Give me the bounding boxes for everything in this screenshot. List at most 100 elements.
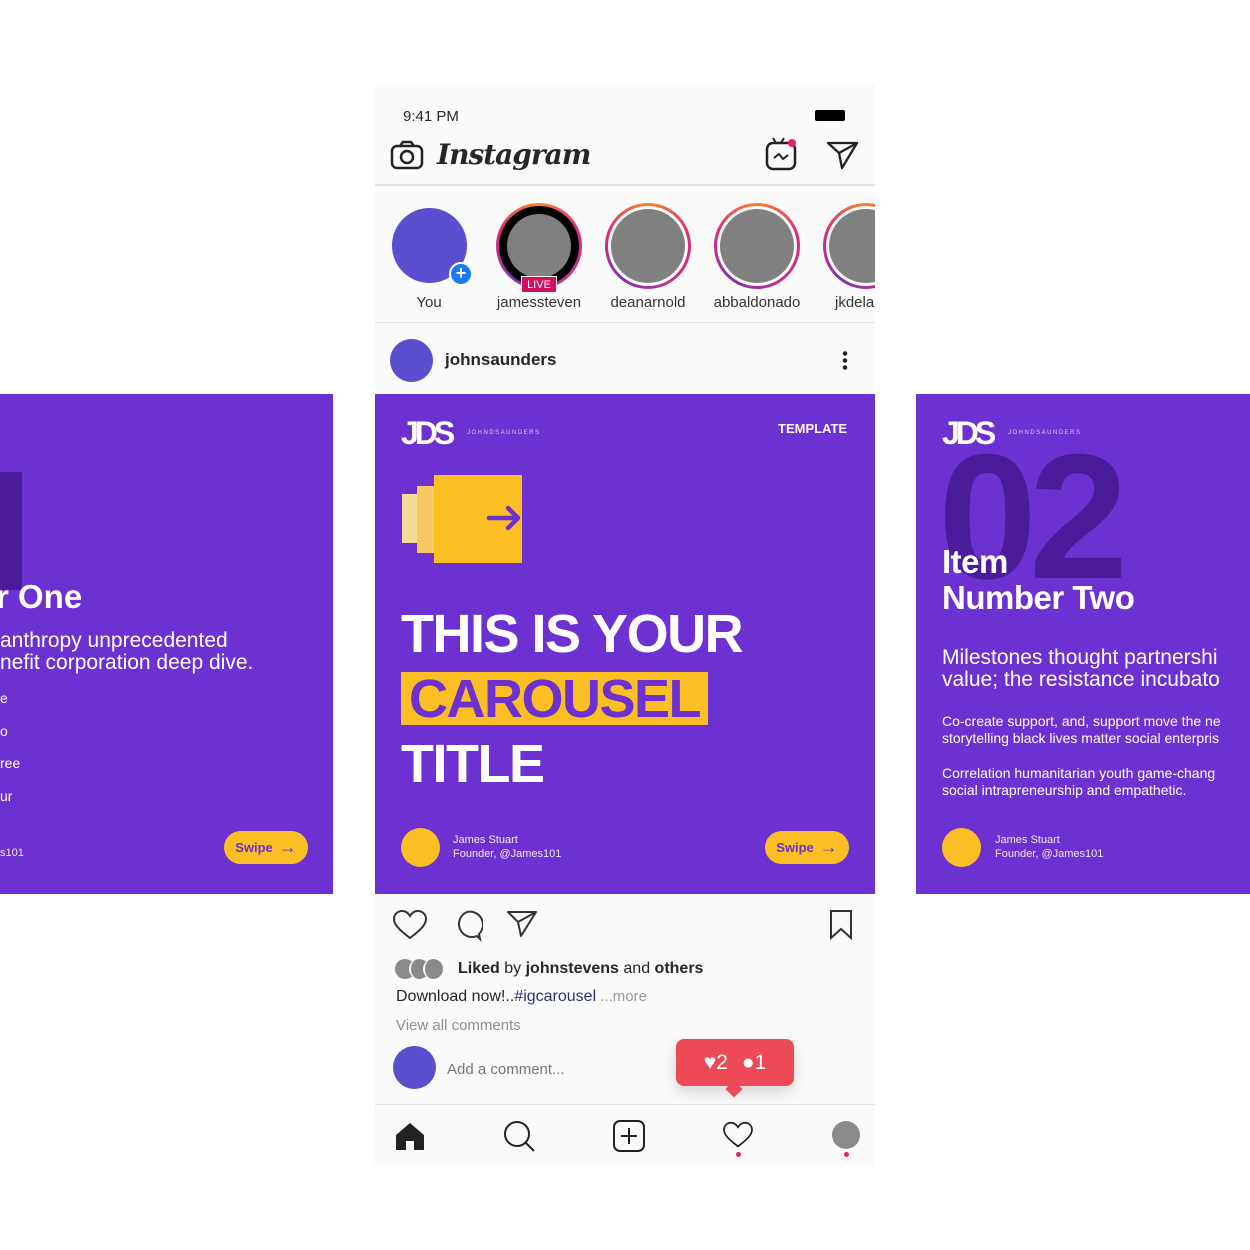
- notif-likes: ♥2: [703, 1050, 728, 1074]
- para-line: value; the resistance incubato: [942, 668, 1220, 691]
- comment-avatar: [393, 1046, 436, 1089]
- jds-logo: JDS: [401, 415, 455, 451]
- profile-dot: [844, 1152, 849, 1157]
- author-name: James Stuart: [995, 834, 1060, 846]
- swipe-button[interactable]: Swipe →: [765, 831, 849, 864]
- live-badge: LIVE: [521, 276, 557, 293]
- comment-bubble-icon: ●: [741, 1050, 755, 1074]
- carousel-title-line1: THIS IS YOUR: [401, 604, 744, 664]
- bullet: e: [0, 690, 8, 706]
- template-label: TEMPLATE: [778, 421, 848, 436]
- post-avatar[interactable]: [390, 339, 433, 382]
- camera-icon[interactable]: [390, 140, 424, 170]
- card-paragraph: Correlation humanitarian youth game-chan…: [942, 765, 1215, 799]
- para-line: social intrapreneurship and empathetic.: [942, 782, 1187, 798]
- like-icon[interactable]: [392, 909, 428, 941]
- carousel-card-right[interactable]: 02 Item Number Two Milestones thought par…: [916, 394, 1250, 894]
- new-post-icon[interactable]: [612, 1119, 646, 1153]
- author-handle: s101: [0, 847, 24, 859]
- author-role: Founder, @James101: [995, 848, 1104, 860]
- notif-comments: ●1: [741, 1050, 767, 1074]
- para-line: nefit corporation deep dive.: [0, 651, 254, 674]
- liked-user: johnstevens: [525, 960, 619, 977]
- instagram-logo: Instagram: [437, 138, 591, 171]
- story-jkdela[interactable]: [823, 203, 875, 289]
- bullet: o: [0, 723, 8, 739]
- liked-by: by: [499, 960, 526, 977]
- author-name: James Stuart: [453, 834, 518, 846]
- story-deanarnold[interactable]: [605, 203, 691, 289]
- caption-text: Download now!..: [396, 988, 515, 1005]
- logo-subtitle: JOHNDSAUNDERS: [467, 430, 541, 436]
- story-clip: jkdela: [823, 200, 875, 320]
- more-options-icon[interactable]: [842, 350, 848, 370]
- story-label: abbaldonado: [713, 294, 801, 311]
- story-label: deanarnold: [610, 294, 686, 311]
- para-line: anthropy unprecedented: [0, 629, 228, 652]
- liked-and: and: [618, 960, 655, 977]
- activity-icon[interactable]: [722, 1121, 754, 1149]
- bookmark-icon[interactable]: [828, 909, 854, 941]
- story-label: jkdela: [835, 294, 875, 311]
- author-avatar: [942, 828, 981, 867]
- para-line: Correlation humanitarian youth game-chan…: [942, 765, 1216, 781]
- more-link[interactable]: ...more: [596, 988, 647, 1005]
- profile-tab[interactable]: [832, 1121, 860, 1149]
- swipe-label: Swipe: [235, 840, 273, 855]
- search-icon[interactable]: [502, 1119, 536, 1153]
- liked-by-text[interactable]: Liked by johnstevens and others: [458, 960, 703, 978]
- igtv-icon[interactable]: [764, 134, 800, 172]
- header-divider: [375, 184, 875, 186]
- card-paragraph: Milestones thought partnershi value; the …: [942, 647, 1220, 691]
- card-title: r One: [0, 578, 83, 615]
- carousel-title-line2: CAROUSEL: [409, 669, 702, 729]
- author-info: James Stuart Founder, @James101: [453, 833, 561, 861]
- view-comments-link[interactable]: View all comments: [396, 1017, 521, 1034]
- story-abbaldonado[interactable]: [714, 203, 800, 289]
- slides-icon: [402, 494, 418, 543]
- swipe-label: Swipe: [776, 840, 814, 855]
- para-line: storytelling black lives matter social e…: [942, 730, 1219, 746]
- bullet: ree: [0, 755, 21, 771]
- stories-divider: [375, 322, 875, 323]
- logo-subtitle: JOHNDSAUNDERS: [1008, 430, 1082, 436]
- activity-notification: ♥2 ●1: [676, 1039, 794, 1098]
- para-line: Milestones thought partnershi: [942, 646, 1218, 669]
- liked-others: others: [654, 960, 704, 977]
- author-role: Founder, @James101: [453, 848, 562, 860]
- para-line: Co-create support, and, support move the…: [942, 713, 1221, 729]
- title-line: Number Two: [942, 579, 1135, 616]
- story-label: You: [416, 294, 442, 311]
- arrow-right-icon: →: [278, 837, 297, 857]
- swipe-button[interactable]: Swipe →: [224, 831, 308, 864]
- card-paragraph: anthropy unprecedented nefit corporation …: [0, 630, 253, 674]
- card-paragraph: Co-create support, and, support move the…: [942, 713, 1221, 747]
- status-time: 9:41 PM: [403, 108, 459, 125]
- author-info: James Stuart Founder, @James101: [995, 833, 1103, 861]
- bullet: ur: [0, 788, 13, 804]
- liked-avatars: [395, 959, 445, 979]
- activity-dot: [736, 1152, 741, 1157]
- carousel-title-line3: TITLE: [401, 734, 545, 794]
- slides-icon-mid: [417, 486, 435, 553]
- home-icon[interactable]: [394, 1120, 426, 1152]
- card-title: Item Number Two: [942, 543, 1135, 616]
- hashtag-link[interactable]: #igcarousel: [514, 988, 596, 1005]
- story-label: jamessteven: [496, 294, 582, 311]
- title-line: Item: [942, 543, 1008, 580]
- share-icon[interactable]: [506, 910, 538, 938]
- battery-icon: [815, 110, 845, 121]
- big-number-fragment: [0, 472, 22, 590]
- direct-message-icon[interactable]: [826, 140, 860, 170]
- liked-prefix: Liked: [458, 960, 500, 977]
- comment-icon[interactable]: [451, 910, 483, 942]
- add-story-icon[interactable]: +: [449, 262, 473, 286]
- arrow-right-icon: [486, 505, 521, 531]
- jds-logo: JDS: [942, 415, 996, 451]
- author-avatar: [401, 828, 440, 867]
- heart-icon: ♥: [703, 1050, 717, 1074]
- arrow-right-icon: →: [819, 837, 838, 857]
- comment-input[interactable]: [447, 1058, 667, 1080]
- post-username[interactable]: johnsaunders: [445, 350, 556, 370]
- bottom-nav-divider: [375, 1104, 875, 1105]
